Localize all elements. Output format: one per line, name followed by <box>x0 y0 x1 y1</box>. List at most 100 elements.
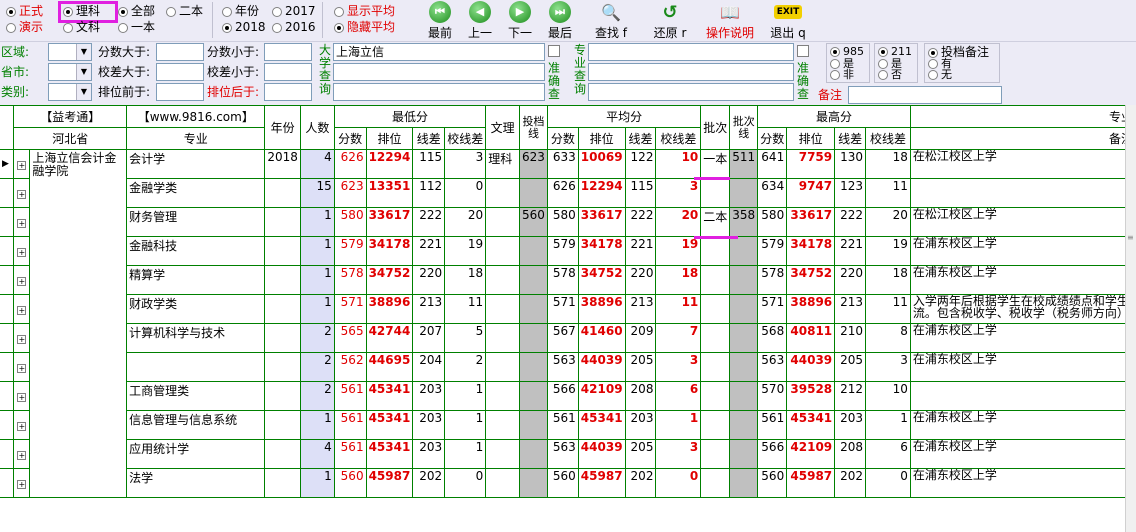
category-select[interactable]: ▼ <box>48 83 92 101</box>
major-query-input-3[interactable] <box>588 83 794 101</box>
minrank-cell: 45341 <box>365 381 414 411</box>
wenli-cell <box>485 178 520 208</box>
wenli-cell <box>485 236 520 266</box>
show-average-radio[interactable]: 显示平均 <box>334 4 395 18</box>
row-selector[interactable] <box>0 178 15 208</box>
xline-cell: 203 <box>834 410 867 440</box>
subject-arts-radio[interactable]: 文科 <box>63 20 100 34</box>
expand-icon[interactable]: + <box>13 439 31 469</box>
aschool-cell: 11 <box>655 294 702 324</box>
mschool-cell: 20 <box>444 207 487 237</box>
university-query-input-3[interactable] <box>333 83 545 101</box>
td-cell <box>518 265 548 295</box>
avg-cell: 567 <box>546 323 579 353</box>
last-button[interactable]: ⏭ 最后 <box>542 0 578 42</box>
radio-985-no[interactable]: 非 <box>830 69 854 81</box>
mline-cell: 221 <box>412 236 446 266</box>
expand-icon[interactable]: + <box>13 294 31 324</box>
table-row[interactable]: + 财政学类 1 571 38896 213 11 571 38896 213 11 571 38896… <box>0 294 1136 324</box>
year-2018-radio[interactable]: 2018 <box>222 20 266 34</box>
avg-cell: 580 <box>546 207 579 237</box>
expand-icon[interactable]: + <box>13 149 31 179</box>
year-2016-radio[interactable]: 2016 <box>272 20 316 34</box>
university-exact-checkbox[interactable] <box>548 45 560 57</box>
table-row[interactable]: + 应用统计学 4 561 45341 203 1 563 44039 205 3 566 42109 2… <box>0 439 1136 469</box>
rank-before-input[interactable] <box>156 83 204 101</box>
row-selector[interactable] <box>0 381 15 411</box>
row-selector[interactable] <box>0 468 15 498</box>
expand-icon[interactable]: + <box>13 265 31 295</box>
rank-after-input[interactable] <box>264 83 312 101</box>
xline-cell: 210 <box>834 323 867 353</box>
expand-icon[interactable]: + <box>13 178 31 208</box>
vertical-scrollbar[interactable]: ≡ <box>1125 105 1136 532</box>
expand-icon[interactable]: + <box>13 468 31 498</box>
aschool-cell: 7 <box>655 323 702 353</box>
year-2017-radio[interactable]: 2017 <box>272 4 316 18</box>
table-row[interactable]: + 金融科技 1 579 34178 221 19 579 34178 221 19 579 34178… <box>0 236 1136 266</box>
score-gt-input[interactable] <box>156 43 204 61</box>
region-select[interactable]: ▼ <box>48 43 92 61</box>
table-row[interactable]: + 精算学 1 578 34752 220 18 578 34752 220 18 578 34752 2… <box>0 265 1136 295</box>
row-selector[interactable] <box>0 207 15 237</box>
university-query-input-2[interactable] <box>333 63 545 81</box>
major-cell: 应用统计学 <box>126 439 266 469</box>
expand-icon[interactable]: + <box>13 381 31 411</box>
row-selector[interactable] <box>0 410 15 440</box>
province-select[interactable]: ▼ <box>48 63 92 81</box>
expand-icon[interactable]: + <box>13 207 31 237</box>
bline-cell <box>729 439 759 469</box>
mode-demo-radio[interactable]: 演示 <box>6 20 43 34</box>
batch-cell <box>700 352 731 382</box>
university-query-input[interactable]: 上海立信 <box>333 43 545 61</box>
table-row[interactable]: + 财务管理 1 580 33617 222 20 560 580 33617 222 20 二本 358… <box>0 207 1136 237</box>
major-query-input-2[interactable] <box>588 63 794 81</box>
table-row[interactable]: + 计算机科学与技术 2 565 42744 207 5 567 41460 209 7 568 408… <box>0 323 1136 353</box>
radio-note-none[interactable]: 无 <box>928 69 952 81</box>
table-row[interactable]: +2 562 44695 204 2 563 44039 205 3 563 44039 205 3 在浦… <box>0 352 1136 382</box>
search-button[interactable]: 🔍 查找 f <box>588 0 634 42</box>
diff-gt-input[interactable] <box>156 63 204 81</box>
hide-average-radio[interactable]: 隐藏平均 <box>334 20 395 34</box>
expand-icon[interactable]: + <box>13 410 31 440</box>
table-row[interactable]: + 信息管理与信息系统 1 561 45341 203 1 561 45341 203 1 561 45… <box>0 410 1136 440</box>
table-row[interactable]: + 工商管理类 2 561 45341 203 1 566 42109 208 6 570 39528 2… <box>0 381 1136 411</box>
count-cell: 4 <box>299 149 335 179</box>
row-selector[interactable] <box>0 352 15 382</box>
count-cell: 1 <box>299 236 335 266</box>
max-cell: 560 <box>757 468 788 498</box>
td-cell <box>518 352 548 382</box>
row-selector[interactable] <box>0 439 15 469</box>
row-selector[interactable] <box>0 236 15 266</box>
exit-button[interactable]: EXIT 退出 q <box>766 0 810 42</box>
expand-icon[interactable]: + <box>13 236 31 266</box>
note-cell: 在松江校区上学 <box>909 207 1136 237</box>
table-row[interactable]: + 法学 1 560 45987 202 0 560 45987 202 0 560 45987 202 0… <box>0 468 1136 498</box>
score-lt-input[interactable] <box>264 43 312 61</box>
help-button[interactable]: 📖 操作说明 <box>702 0 758 42</box>
year-mode-radio[interactable]: 年份 <box>222 4 259 18</box>
major-query-input[interactable] <box>588 43 794 61</box>
row-selector[interactable] <box>0 323 15 353</box>
expand-icon[interactable]: + <box>13 352 31 382</box>
row-selector[interactable]: ▶ <box>0 149 15 179</box>
restore-button[interactable]: ↺ 还原 r <box>648 0 692 42</box>
table-row[interactable]: ▶ + 上海立信会计金融学院 会计学 2018 4 626 12294 115 3 理科 623 633… <box>0 149 1136 498</box>
diff-lt-input[interactable] <box>264 63 312 81</box>
expand-icon[interactable]: + <box>13 323 31 353</box>
row-selector[interactable] <box>0 294 15 324</box>
subject-science-radio[interactable]: 理科 <box>63 4 100 18</box>
mode-formal-radio[interactable]: 正式 <box>6 4 43 18</box>
note-input[interactable] <box>848 86 1002 104</box>
row-selector[interactable] <box>0 265 15 295</box>
scope-tier2-radio[interactable]: 二本 <box>166 4 203 18</box>
table-row[interactable]: + 金融学类 15 623 13351 112 0 626 12294 115 3 634 9747 12… <box>0 178 1136 208</box>
previous-button[interactable]: ◀ 上一 <box>462 0 498 42</box>
first-button[interactable]: ⏮ 最前 <box>422 0 458 42</box>
scope-tier1-radio[interactable]: 一本 <box>118 20 155 34</box>
next-button[interactable]: ▶ 下一 <box>502 0 538 42</box>
scope-all-radio[interactable]: 全部 <box>118 4 155 18</box>
radio-note[interactable]: 投档备注 <box>928 46 989 58</box>
major-exact-checkbox[interactable] <box>797 45 809 57</box>
radio-211-no[interactable]: 否 <box>878 69 902 81</box>
